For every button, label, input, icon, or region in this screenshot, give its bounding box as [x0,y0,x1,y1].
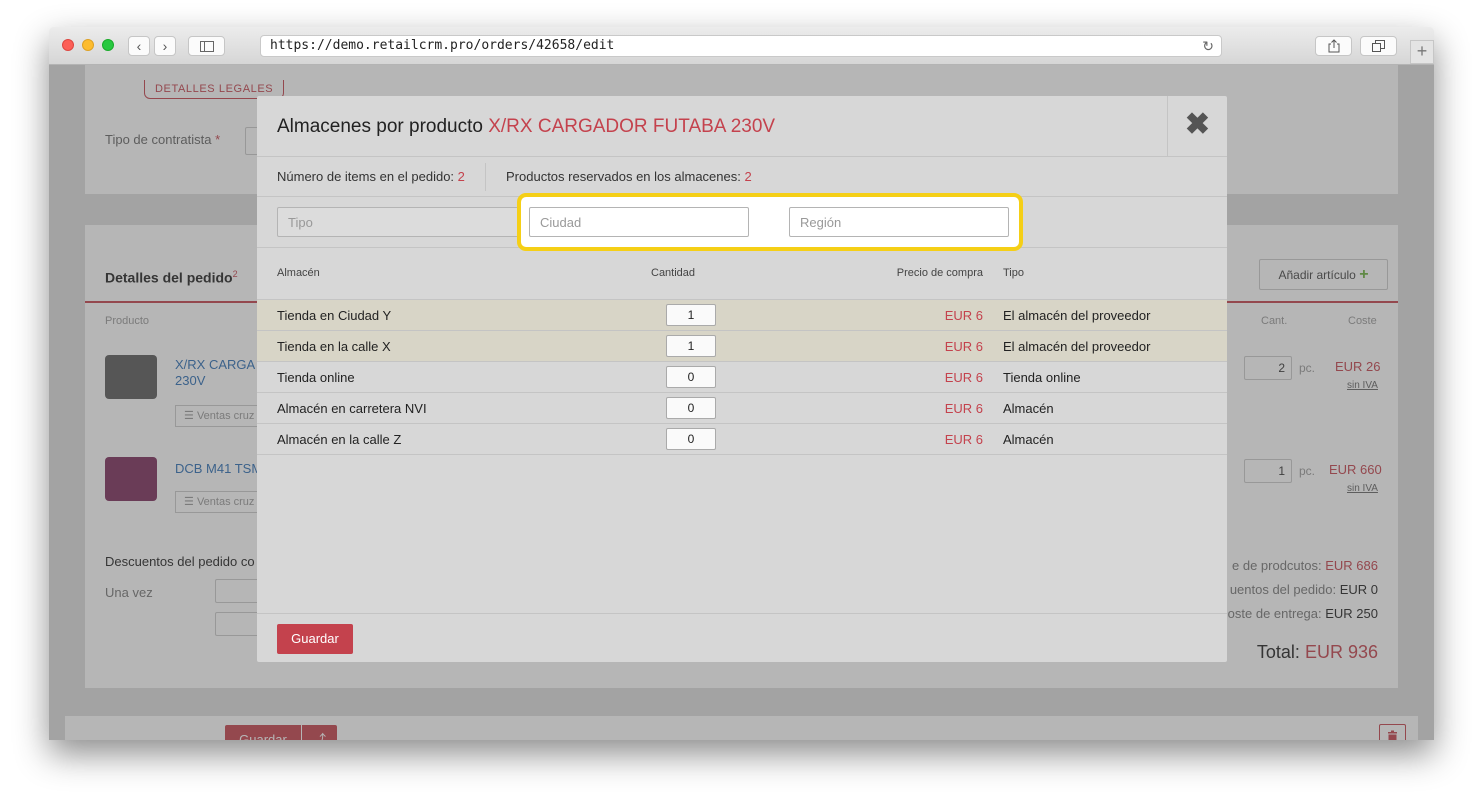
warehouses-modal: Almacenes por producto X/RX CARGADOR FUT… [257,96,1227,662]
modal-footer: Guardar [257,613,1227,662]
table-row[interactable]: Tienda online 0 EUR 6 Tienda online [257,362,1227,393]
modal-save-button[interactable]: Guardar [277,624,353,654]
purchase-price: EUR 6 [944,401,983,416]
quantity-input[interactable]: 1 [666,304,716,326]
table-row[interactable]: Almacén en carretera NVI 0 EUR 6 Almacén [257,393,1227,424]
warehouse-type: Almacén [1003,401,1054,416]
modal-title-text: Almacenes por producto [277,116,483,137]
reload-icon[interactable]: ↻ [1202,37,1214,57]
zoom-window-button[interactable] [102,39,114,51]
warehouse-type: Tienda online [1003,370,1081,385]
purchase-price: EUR 6 [944,308,983,323]
tabs-overview-icon[interactable] [1360,36,1397,56]
share-icon[interactable] [1315,36,1352,56]
browser-window: ‹ › https://demo.retailcrm.pro/orders/42… [49,27,1434,740]
reserved-stat: Productos reservados en los almacenes: 2 [506,169,752,184]
reserved-label: Productos reservados en los almacenes: [506,169,741,184]
table-row[interactable]: Tienda en la calle X 1 EUR 6 El almacén … [257,331,1227,362]
browser-toolbar: ‹ › https://demo.retailcrm.pro/orders/42… [49,27,1434,65]
location-filter-highlight [517,193,1023,251]
reserved-value: 2 [744,169,752,184]
modal-product-name: X/RX CARGADOR FUTABA 230V [488,116,776,137]
modal-stats: Número de items en el pedido: 2 Producto… [257,157,1227,197]
forward-icon[interactable]: › [154,36,176,56]
warehouse-name: Tienda en Ciudad Y [277,308,392,323]
modal-header: Almacenes por producto X/RX CARGADOR FUT… [257,96,1227,157]
region-filter-input[interactable] [789,207,1009,237]
back-icon[interactable]: ‹ [128,36,150,56]
warehouse-type: El almacén del proveedor [1003,308,1151,323]
minimize-window-button[interactable] [82,39,94,51]
warehouse-table-header: Almacén Cantidad Precio de compra Tipo [257,248,1227,300]
warehouse-name: Tienda online [277,370,355,385]
sidebar-toggle-icon[interactable] [188,36,225,56]
stat-divider [485,163,486,191]
close-window-button[interactable] [62,39,74,51]
purchase-price: EUR 6 [944,339,983,354]
quantity-input[interactable]: 0 [666,397,716,419]
quantity-input[interactable]: 1 [666,335,716,357]
warehouse-type: El almacén del proveedor [1003,339,1151,354]
new-tab-button[interactable]: + [1410,40,1434,64]
items-in-order-value: 2 [457,169,465,184]
quantity-input[interactable]: 0 [666,366,716,388]
purchase-price: EUR 6 [944,432,983,447]
close-icon[interactable]: ✖ [1167,96,1227,157]
items-in-order-stat: Número de items en el pedido: 2 [277,169,465,184]
url-text: https://demo.retailcrm.pro/orders/42658/… [270,38,615,53]
city-filter-input[interactable] [529,207,749,237]
col-warehouse: Almacén [277,267,320,279]
warehouse-type: Almacén [1003,432,1054,447]
warehouse-name: Tienda en la calle X [277,339,391,354]
quantity-input[interactable]: 0 [666,428,716,450]
table-row[interactable]: Almacén en la calle Z 0 EUR 6 Almacén [257,424,1227,455]
purchase-price: EUR 6 [944,370,983,385]
table-row[interactable]: Tienda en Ciudad Y 1 EUR 6 El almacén de… [257,300,1227,331]
items-in-order-label: Número de items en el pedido: [277,169,455,184]
warehouse-name: Almacén en carretera NVI [277,401,427,416]
col-quantity: Cantidad [651,267,696,279]
type-filter-input[interactable] [277,207,537,237]
col-purchase-price: Precio de compra [896,267,983,279]
modal-title: Almacenes por producto X/RX CARGADOR FUT… [277,116,775,138]
warehouse-name: Almacén en la calle Z [277,432,402,447]
address-bar[interactable]: https://demo.retailcrm.pro/orders/42658/… [260,35,1222,57]
col-type: Tipo [1003,267,1024,279]
